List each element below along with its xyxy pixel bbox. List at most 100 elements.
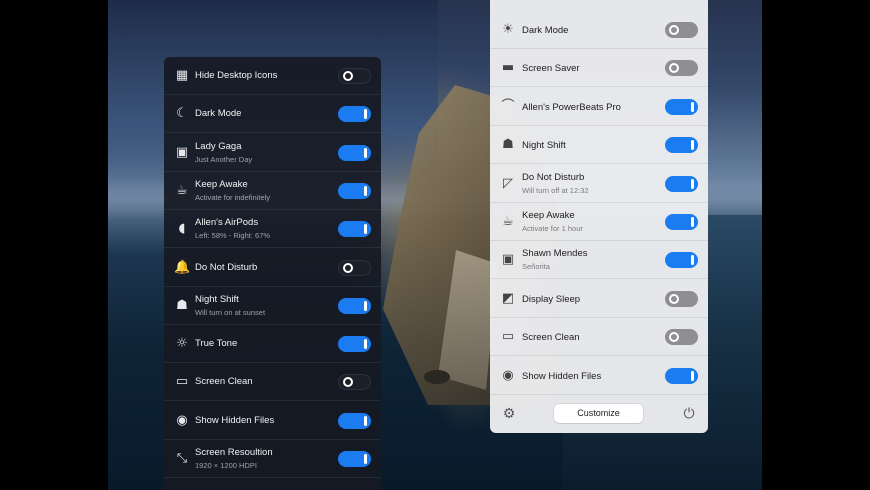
- toggle-switch[interactable]: [665, 98, 698, 115]
- dark-item-screen-resoultion[interactable]: ⤡ Screen Resoultion 1920 × 1200 HDPI: [164, 440, 381, 478]
- toggle-knob: [691, 178, 694, 189]
- item-title: Screen Saver: [522, 63, 580, 75]
- toggle-knob: [669, 293, 679, 304]
- screen-clean-icon: ▭: [175, 374, 189, 390]
- light-item-night-shift[interactable]: ☗ Night Shift: [490, 126, 708, 165]
- do-not-disturb-icon: ◸: [503, 175, 513, 191]
- toggle-switch[interactable]: [338, 106, 371, 123]
- light-item-do-not-disturb[interactable]: ◸ Do Not Disturb Will turn off at 12:32: [490, 165, 708, 203]
- toggle-knob: [691, 101, 694, 112]
- toggle-knob: [364, 185, 367, 196]
- toggle-switch[interactable]: [338, 144, 371, 161]
- gear-icon[interactable]: ⚙: [500, 405, 518, 423]
- toggle-switch[interactable]: [665, 252, 698, 269]
- light-item-shawn-mendes[interactable]: ▣ Shawn Mendes Señorita: [490, 241, 708, 280]
- dark-item-show-hidden-files[interactable]: ◉ Show Hidden Files: [164, 402, 381, 440]
- item-title: Allen's AirPods: [195, 217, 259, 229]
- toggle-knob: [669, 332, 679, 343]
- dark-item-night-shift[interactable]: ☗ Night Shift Will turn on at sunset: [164, 287, 381, 325]
- coffee-cup-icon: ☕: [502, 214, 514, 229]
- toggle-knob: [343, 377, 353, 388]
- toggle-switch[interactable]: [338, 259, 371, 276]
- item-title: Dark Mode: [522, 25, 569, 36]
- toggle-knob: [669, 25, 679, 35]
- toggle-switch[interactable]: [665, 329, 698, 346]
- item-title: Keep Awake: [522, 210, 575, 221]
- screen-resolution-icon: ⤡: [176, 451, 188, 466]
- item-title: Display Sleep: [522, 293, 581, 305]
- customize-button[interactable]: Customize: [554, 404, 643, 423]
- item-title: Screen Clean: [522, 332, 580, 344]
- toggle-knob: [691, 217, 694, 227]
- toggle-switch[interactable]: [665, 60, 698, 77]
- dark-item-keep-awake[interactable]: ☕ Keep Awake Activate for indefinitely: [164, 172, 381, 210]
- toggle-knob: [364, 415, 367, 426]
- dark-item-allen-s-airpods[interactable]: ◖ Allen's AirPods Left: 58% - Right: 67%: [164, 210, 381, 249]
- toggle-knob: [364, 339, 367, 350]
- toggle-knob: [669, 63, 679, 74]
- power-icon[interactable]: ⏻: [680, 405, 698, 423]
- album-art-icon: ▣: [501, 252, 515, 268]
- toggle-switch[interactable]: [338, 297, 371, 314]
- item-subtitle: Activate for 1 hour: [522, 224, 583, 233]
- item-title: Night Shift: [522, 140, 566, 152]
- toggle-switch[interactable]: [665, 214, 698, 230]
- light-item-screen-clean[interactable]: ▭ Screen Clean: [490, 318, 708, 357]
- light-item-keep-awake[interactable]: ☕ Keep Awake Activate for 1 hour: [490, 203, 708, 241]
- light-item-display-sleep[interactable]: ◩ Display Sleep: [490, 280, 708, 318]
- toggle-knob: [364, 224, 367, 235]
- moon-icon: ☾: [176, 106, 188, 122]
- dark-item-hide-desktop-icons[interactable]: ▦ Hide Desktop Icons: [164, 57, 381, 95]
- item-subtitle: Activate for indefinitely: [195, 192, 271, 202]
- light-item-dark-mode[interactable]: ☀ Dark Mode: [490, 11, 708, 49]
- item-title: Show Hidden Files: [195, 414, 275, 426]
- toggle-switch[interactable]: [665, 290, 698, 307]
- item-title: Keep Awake: [195, 178, 248, 190]
- dark-item-true-tone[interactable]: ☼ True Tone: [164, 325, 381, 364]
- light-item-show-hidden-files[interactable]: ◉ Show Hidden Files: [490, 357, 708, 395]
- hidden-files-icon: ◉: [502, 367, 514, 383]
- dark-item-lady-gaga[interactable]: ▣ Lady Gaga Just Another Day: [164, 134, 381, 172]
- item-title: Do Not Disturb: [522, 171, 585, 183]
- toggle-knob: [691, 140, 694, 151]
- item-title: Screen Clean: [195, 376, 253, 388]
- lamp-icon: ☗: [502, 137, 514, 153]
- item-title: Show Hidden Files: [522, 370, 602, 382]
- toggle-switch[interactable]: [665, 175, 698, 192]
- sun-outline-icon: ☼: [176, 336, 188, 352]
- item-subtitle: Left: 58% - Right: 67%: [195, 231, 271, 241]
- toggle-switch[interactable]: [338, 68, 371, 84]
- dark-item-screen-clean[interactable]: ▭ Screen Clean: [164, 363, 381, 402]
- dark-mode-panel: ▦ Hide Desktop Icons ☾ Dark Mode ▣ Lady Gaga J…: [164, 57, 381, 490]
- coffee-cup-icon: ☕: [176, 182, 188, 198]
- item-subtitle: Just Another Day: [195, 154, 253, 164]
- light-mode-panel: ☀ Dark Mode ▬ Screen Saver ⌒ Allen's PowerBea…: [490, 0, 708, 433]
- toggle-switch[interactable]: [665, 22, 698, 38]
- toggle-knob: [364, 147, 367, 158]
- bell-icon: 🔔: [174, 259, 191, 275]
- toggle-knob: [364, 300, 367, 311]
- desktop-grid-icon: ▦: [175, 68, 189, 83]
- toggle-switch[interactable]: [338, 374, 371, 391]
- item-title: Lady Gaga: [195, 140, 242, 152]
- toggle-knob: [343, 262, 353, 273]
- toggle-switch[interactable]: [338, 221, 371, 238]
- toggle-switch[interactable]: [665, 137, 698, 154]
- toggle-knob: [364, 454, 367, 464]
- toggle-switch[interactable]: [338, 336, 371, 353]
- dark-item-do-not-disturb[interactable]: 🔔 Do Not Disturb: [164, 249, 381, 287]
- item-title: Shawn Mendes: [522, 248, 588, 260]
- hidden-files-icon: ◉: [176, 412, 188, 428]
- toggle-knob: [364, 109, 367, 120]
- dark-item-dark-mode[interactable]: ☾ Dark Mode: [164, 95, 381, 134]
- toggle-switch[interactable]: [665, 367, 698, 384]
- toggle-switch[interactable]: [338, 451, 371, 467]
- light-item-screen-saver[interactable]: ▬ Screen Saver: [490, 49, 708, 88]
- light-item-allen-s-powerbeats-pro[interactable]: ⌒ Allen's PowerBeats Pro: [490, 88, 708, 126]
- toggle-switch[interactable]: [338, 182, 371, 199]
- item-subtitle: Will turn on at sunset: [195, 307, 266, 317]
- item-title: Hide Desktop Icons: [195, 70, 278, 81]
- panel-footer: ⚙ Customize ⏻: [490, 395, 708, 433]
- toggle-switch[interactable]: [338, 412, 371, 429]
- wallpaper-rock: [424, 370, 450, 384]
